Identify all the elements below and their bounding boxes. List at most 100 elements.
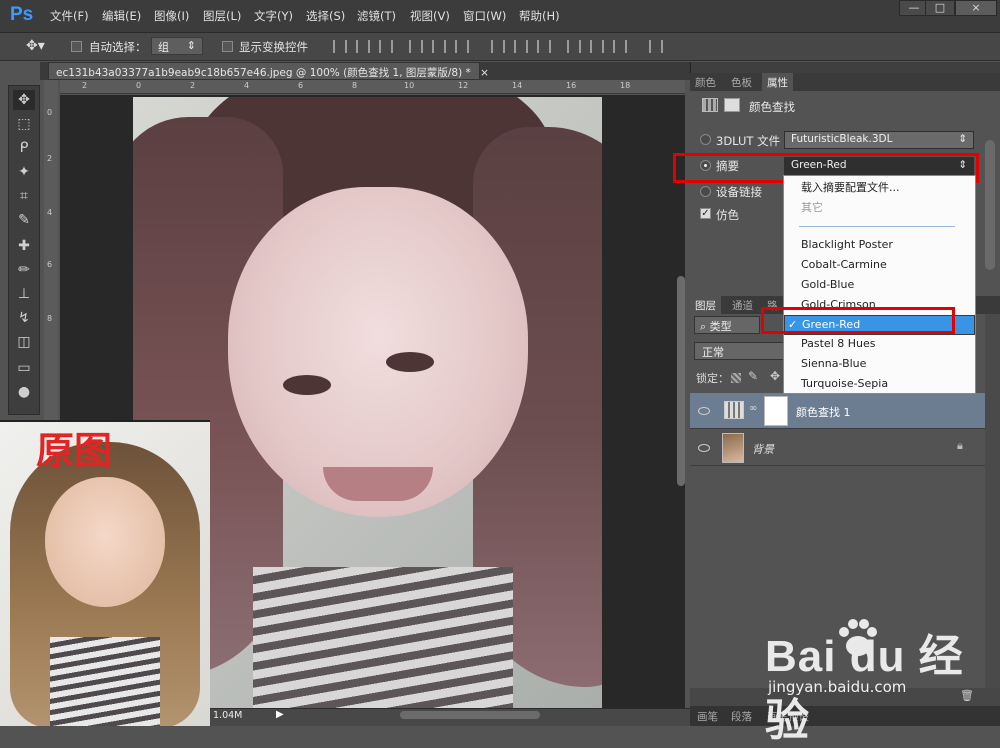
menu-type[interactable]: 文字(Y) (254, 8, 293, 24)
layer-mask-thumbnail[interactable] (764, 396, 788, 426)
ruler-tick: 0 (47, 108, 53, 117)
dodge-tool[interactable]: ● (13, 382, 35, 402)
align-hcenter-icon[interactable] (432, 40, 446, 53)
canvas-vertical-scrollbar[interactable] (677, 276, 685, 486)
ruler-tick: 8 (352, 81, 358, 90)
align-right-icon[interactable] (455, 40, 469, 53)
layer-row-color-lookup[interactable]: ∞ 颜色查找 1 (690, 393, 985, 429)
layer-filter-select[interactable]: ⌕ 类型 (694, 316, 760, 334)
lock-transparent-icon[interactable] (731, 373, 741, 383)
menu-layer[interactable]: 图层(L) (203, 8, 241, 24)
eyedropper-tool[interactable]: ✎ (13, 210, 35, 230)
close-window-button[interactable]: × (955, 0, 997, 16)
distribute-top-icon[interactable] (491, 40, 505, 53)
tab-color[interactable]: 颜色 (690, 73, 721, 91)
abstract-dropdown-list[interactable]: 载入摘要配置文件... 其它 Blacklight Poster Cobalt-… (783, 175, 976, 394)
healing-tool[interactable]: ✚ (13, 236, 35, 256)
visibility-eye-icon[interactable] (698, 407, 710, 415)
distribute-hcenter-icon[interactable] (590, 40, 604, 53)
play-icon[interactable]: ▶ (276, 709, 284, 720)
link-icon[interactable]: ∞ (749, 403, 757, 414)
baidu-watermark-url: jingyan.baidu.com (768, 678, 907, 696)
layer-filter-label: 类型 (709, 320, 732, 333)
stamp-tool[interactable]: ⊥ (13, 284, 35, 304)
brush-tool[interactable]: ✏ (13, 260, 35, 280)
lock-position-icon[interactable]: ✥ (770, 369, 780, 383)
dither-label: 仿色 (716, 208, 739, 222)
lock-pixels-icon[interactable]: ✎ (748, 369, 758, 383)
dither-checkbox[interactable]: ✓ (700, 208, 711, 219)
properties-tabbar: 颜色 色板 属性 (690, 73, 1000, 91)
photo-mouth (323, 467, 433, 501)
auto-align-icon[interactable] (649, 40, 663, 53)
show-transform-label: 显示变换控件 (239, 40, 308, 54)
ruler-tick: 14 (512, 81, 523, 90)
properties-scrollbar[interactable] (985, 140, 995, 270)
photoshop-logo: Ps (10, 4, 34, 25)
auto-select-checkbox[interactable] (71, 41, 82, 52)
dropdown-item[interactable]: Cobalt-Carmine (784, 256, 975, 276)
align-left-icon[interactable] (409, 40, 423, 53)
tab-brush[interactable]: 画笔 (692, 707, 723, 725)
document-tab[interactable]: ec131b43a03377a1b9eab9c18b657e46.jpeg @ … (48, 62, 489, 80)
layer-name[interactable]: 背景 (752, 441, 774, 457)
mask-icon[interactable] (724, 98, 740, 112)
ruler-tick: 4 (244, 81, 250, 90)
menu-image[interactable]: 图像(I) (154, 8, 189, 24)
show-transform-checkbox[interactable] (222, 41, 233, 52)
distribute-bottom-icon[interactable] (537, 40, 551, 53)
layer-row-background[interactable]: 背景 🔒︎ (690, 430, 985, 466)
dropdown-item[interactable]: Gold-Blue (784, 276, 975, 296)
dropdown-item-load[interactable]: 载入摘要配置文件... (784, 177, 975, 197)
menu-select[interactable]: 选择(S) (306, 8, 345, 24)
dropdown-item[interactable]: Pastel 8 Hues (784, 335, 975, 355)
move-tool[interactable]: ✥ (13, 90, 35, 110)
tab-properties[interactable]: 属性 (762, 73, 793, 91)
visibility-eye-icon[interactable] (698, 444, 710, 452)
lut-file-select[interactable]: FuturisticBleak.3DL ⇕ (784, 131, 974, 149)
lut-file-radio[interactable] (700, 134, 711, 145)
ruler-tick: 18 (620, 81, 631, 90)
menu-window[interactable]: 窗口(W) (463, 8, 506, 24)
ruler-tick: 6 (47, 260, 53, 269)
history-brush-tool[interactable]: ↯ (13, 308, 35, 328)
device-link-radio[interactable] (700, 186, 711, 197)
distribute-vcenter-icon[interactable] (514, 40, 528, 53)
layer-name[interactable]: 颜色查找 1 (796, 404, 851, 420)
dropdown-item[interactable]: Sienna-Blue (784, 355, 975, 375)
magic-wand-tool[interactable]: ✦ (13, 162, 35, 182)
original-face (45, 477, 165, 607)
marquee-tool[interactable]: ⬚ (13, 114, 35, 134)
align-vcenter-icon[interactable] (356, 40, 370, 53)
ruler-tick: 16 (566, 81, 577, 90)
menu-help[interactable]: 帮助(H) (519, 8, 560, 24)
lasso-tool[interactable]: ᑭ (13, 138, 35, 158)
distribute-left-icon[interactable] (567, 40, 581, 53)
restore-button[interactable]: □ (925, 0, 955, 16)
menu-file[interactable]: 文件(F) (50, 8, 89, 24)
menu-filter[interactable]: 滤镜(T) (357, 8, 396, 24)
blend-mode-select[interactable]: 正常 (694, 342, 784, 360)
tab-swatches[interactable]: 色板 (726, 73, 757, 91)
document-title: ec131b43a03377a1b9eab9c18b657e46.jpeg @ … (56, 67, 471, 79)
properties-title: 颜色查找 (749, 100, 795, 114)
menu-view[interactable]: 视图(V) (410, 8, 450, 24)
distribute-right-icon[interactable] (613, 40, 627, 53)
gradient-tool[interactable]: ▭ (13, 358, 35, 378)
tab-paragraph[interactable]: 段落 (726, 707, 757, 725)
crop-tool[interactable]: ⌗ (13, 186, 35, 206)
dropdown-item[interactable]: Turquoise-Sepia (784, 375, 975, 395)
adjustment-icon (702, 98, 718, 112)
tab-channels[interactable]: 通道 (727, 296, 758, 314)
menu-edit[interactable]: 编辑(E) (102, 8, 141, 24)
canvas-horizontal-scrollbar[interactable] (400, 711, 540, 719)
align-top-icon[interactable] (333, 40, 347, 53)
horizontal-ruler: 2 0 2 4 6 8 10 12 14 16 18 (60, 80, 685, 94)
dropdown-item[interactable]: Blacklight Poster (784, 236, 975, 256)
close-tab-icon[interactable]: × (480, 67, 489, 79)
tab-layers[interactable]: 图层 (690, 296, 721, 314)
eraser-tool[interactable]: ◫ (13, 332, 35, 352)
auto-select-dropdown[interactable]: 组 ⇕ (151, 37, 203, 55)
align-bottom-icon[interactable] (379, 40, 393, 53)
move-tool-icon[interactable]: ✥▾ (26, 38, 45, 54)
